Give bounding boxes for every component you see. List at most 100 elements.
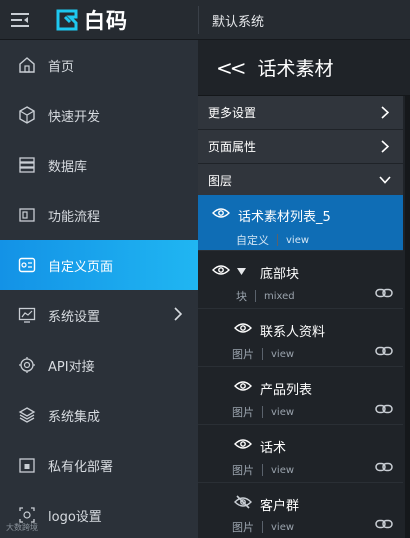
section-page-props[interactable]: 页面属性 xyxy=(198,130,403,163)
layer-meta: 图片 view xyxy=(232,346,294,362)
layer-meta: 自定义 view xyxy=(236,232,309,248)
collapse-menu-button[interactable] xyxy=(0,0,40,40)
layer-name: 客户群 xyxy=(260,499,300,514)
eye-icon[interactable] xyxy=(212,207,230,219)
layer-name: 联系人资料 xyxy=(260,325,326,340)
layer-name: 底部块 xyxy=(260,267,300,282)
layer-row[interactable]: 客户群 图片 view xyxy=(198,483,403,538)
page-title: 话术素材 xyxy=(257,58,334,80)
eye-icon[interactable] xyxy=(234,438,252,450)
link-icon[interactable] xyxy=(375,519,393,529)
layer-name: 话术 xyxy=(260,441,287,456)
watermark: 大数跨境 xyxy=(6,522,38,533)
sidebar-item-custom-page[interactable]: 自定义页面 xyxy=(0,240,198,290)
sidebar-item-database[interactable]: 数据库 xyxy=(0,140,198,190)
layer-name: 话术素材列表_5 xyxy=(238,210,331,225)
meta-divider xyxy=(255,290,256,302)
database-icon xyxy=(18,156,36,174)
lock-icon xyxy=(18,456,36,474)
sidebar-item-system-settings[interactable]: 系统设置 xyxy=(0,290,198,340)
layer-name: 产品列表 xyxy=(260,383,313,398)
sidebar-item-private-deploy[interactable]: 私有化部署 xyxy=(0,440,198,490)
chevron-down-icon xyxy=(379,176,391,184)
layer-row[interactable]: 话术素材列表_5 自定义 view xyxy=(198,195,403,251)
sidebar-item-label: 私有化部署 xyxy=(48,459,114,475)
layer-type: 自定义 xyxy=(236,234,269,247)
sidebar-item-label: 数据库 xyxy=(48,159,88,175)
sidebar-item-api[interactable]: API对接 xyxy=(0,340,198,390)
header-divider xyxy=(198,6,199,34)
layer-type: 块 xyxy=(236,290,247,303)
brand-name: 白码 xyxy=(84,8,128,33)
layer-meta: 图片 view xyxy=(232,404,294,420)
chart-settings-icon xyxy=(18,306,36,324)
layer-subtype: view xyxy=(271,521,295,533)
watermark-text: 大数跨境 xyxy=(6,523,38,532)
layers-icon xyxy=(18,406,36,424)
meta-divider xyxy=(262,348,263,360)
layer-subtype: view xyxy=(271,406,295,418)
layer-row[interactable]: 联系人资料 图片 view xyxy=(198,309,403,367)
layer-type: 图片 xyxy=(232,521,254,534)
sidebar-item-label: 自定义页面 xyxy=(48,259,114,275)
sidebar: 首页 快速开发 数据库 功能流程 自定义页面 系统设置 API对接 系统集成 私… xyxy=(0,40,198,538)
sidebar-item-label: logo设置 xyxy=(48,509,102,525)
api-icon xyxy=(18,356,36,374)
caret-down-icon[interactable] xyxy=(237,268,246,275)
home-icon xyxy=(18,56,36,74)
eye-icon[interactable] xyxy=(234,380,252,392)
layer-meta: 图片 view xyxy=(232,462,294,478)
editor-panel: << 话术素材 更多设置 页面属性 图层 话术素材列表_5 自定义 view 底… xyxy=(198,40,410,538)
layer-type: 图片 xyxy=(232,464,254,477)
sidebar-item-label: 系统集成 xyxy=(48,409,101,425)
layer-type: 图片 xyxy=(232,406,254,419)
flow-icon xyxy=(18,206,36,224)
section-more-settings[interactable]: 更多设置 xyxy=(198,96,403,129)
layer-meta: 图片 view xyxy=(232,519,294,535)
layer-meta: 块 mixed xyxy=(236,288,295,304)
scrollbar[interactable] xyxy=(405,96,410,538)
sidebar-item-label: 功能流程 xyxy=(48,209,101,225)
section-label: 页面属性 xyxy=(208,140,257,154)
link-icon[interactable] xyxy=(375,404,393,414)
sidebar-item-label: 快速开发 xyxy=(48,109,101,125)
system-name[interactable]: 默认系统 xyxy=(212,11,264,30)
custom-page-icon xyxy=(18,256,36,274)
menu-collapse-icon xyxy=(11,12,29,27)
cube-icon xyxy=(18,106,36,124)
brand-logo[interactable]: 白码 xyxy=(56,5,128,35)
layer-subtype: view xyxy=(286,234,310,246)
section-label: 更多设置 xyxy=(208,106,257,120)
back-button[interactable]: << xyxy=(216,56,246,80)
sidebar-item-label: 首页 xyxy=(48,59,75,75)
sidebar-item-flow[interactable]: 功能流程 xyxy=(0,190,198,240)
layer-row[interactable]: 话术 图片 view xyxy=(198,425,403,483)
meta-divider xyxy=(262,521,263,533)
layer-subtype: mixed xyxy=(264,290,295,302)
sidebar-item-label: 系统设置 xyxy=(48,309,101,325)
link-icon[interactable] xyxy=(375,288,393,298)
layer-subtype: view xyxy=(271,348,295,360)
layer-row[interactable]: 产品列表 图片 view xyxy=(198,367,403,425)
layer-row[interactable]: 底部块 块 mixed xyxy=(198,251,403,309)
sidebar-item-label: API对接 xyxy=(48,359,95,375)
chevron-right-icon xyxy=(174,307,182,321)
section-label: 图层 xyxy=(208,174,233,188)
chevron-right-icon xyxy=(381,140,389,153)
link-icon[interactable] xyxy=(375,462,393,472)
sidebar-item-integration[interactable]: 系统集成 xyxy=(0,390,198,440)
meta-divider xyxy=(262,406,263,418)
section-layers[interactable]: 图层 xyxy=(198,164,403,197)
eye-icon[interactable] xyxy=(234,322,252,334)
eye-icon[interactable] xyxy=(212,264,230,276)
sidebar-item-quick-dev[interactable]: 快速开发 xyxy=(0,90,198,140)
sidebar-item-home[interactable]: 首页 xyxy=(0,40,198,90)
meta-divider xyxy=(277,234,278,246)
logo-mark-icon xyxy=(56,9,78,30)
layer-type: 图片 xyxy=(232,348,254,361)
layer-subtype: view xyxy=(271,464,295,476)
panel-header: << 话术素材 xyxy=(198,40,410,96)
link-icon[interactable] xyxy=(375,346,393,356)
top-bar: 白码 默认系统 xyxy=(0,0,410,40)
eye-off-icon[interactable] xyxy=(234,495,252,509)
